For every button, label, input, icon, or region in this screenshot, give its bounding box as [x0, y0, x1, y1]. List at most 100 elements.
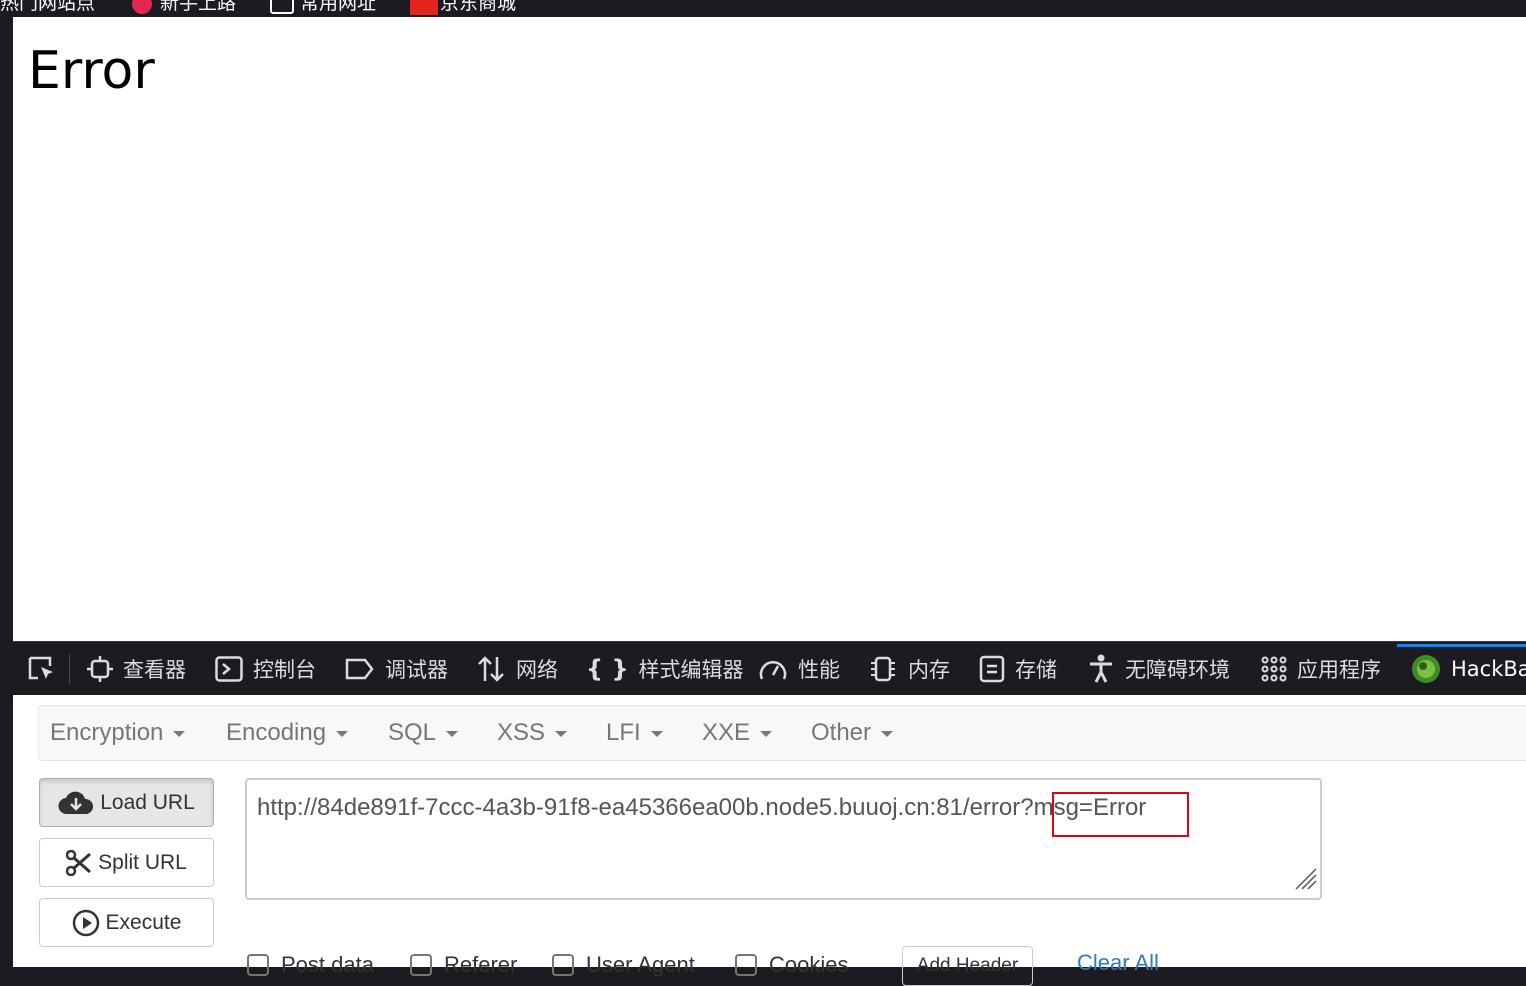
option-label: Referer [444, 952, 518, 977]
menu-sql[interactable]: SQL [388, 706, 459, 760]
button-label: Split URL [98, 850, 187, 874]
checkbox[interactable] [247, 954, 269, 976]
bookmark-label: 新手上路 [160, 0, 237, 14]
bookmark-label: 常用网址 [300, 0, 377, 14]
load-url-button[interactable]: Load URL [39, 778, 214, 827]
jd-icon [410, 0, 438, 15]
tab-style-editor[interactable]: { } 样式编辑器 [586, 642, 744, 696]
menu-label: SQL [388, 719, 437, 746]
tab-debugger[interactable]: 调试器 [345, 642, 448, 696]
checkbox[interactable] [552, 954, 574, 976]
bookmark-hot-sites[interactable]: 热门网站点 [0, 0, 95, 15]
caret-down-icon [881, 730, 894, 737]
menu-lfi[interactable]: LFI [606, 706, 663, 760]
caret-down-icon [760, 730, 773, 737]
scissors-icon [66, 849, 92, 876]
tab-performance[interactable]: 性能 [758, 642, 840, 696]
storage-icon [979, 655, 1005, 683]
bookmark-label: 热门网站点 [0, 0, 96, 14]
tab-label: 内存 [908, 658, 950, 682]
menu-label: LFI [606, 719, 641, 746]
menu-label: Encryption [50, 719, 164, 746]
cloud-download-icon [58, 790, 94, 816]
menu-xss[interactable]: XSS [497, 706, 568, 760]
tab-label: 控制台 [253, 658, 316, 682]
checkbox[interactable] [410, 954, 432, 976]
tab-label: 性能 [798, 658, 840, 682]
inspector-icon [87, 656, 113, 682]
menu-label: Other [811, 719, 872, 746]
accessibility-icon [1087, 654, 1115, 684]
bookmark-common-sites[interactable]: 常用网址 [270, 0, 376, 15]
tab-label: 无障碍环境 [1125, 658, 1230, 682]
element-picker-icon [27, 655, 57, 683]
tab-label: HackBa [1451, 657, 1526, 681]
resize-handle-icon[interactable] [1292, 865, 1318, 896]
tab-label: 查看器 [123, 658, 186, 682]
option-cookies[interactable]: Cookies [735, 952, 848, 978]
bookmark-jd[interactable]: 京东商城 [410, 0, 516, 15]
execute-button[interactable]: Execute [39, 898, 214, 947]
debugger-icon [345, 657, 375, 681]
firefox-icon [130, 0, 154, 15]
console-icon [215, 656, 243, 682]
clear-all-link[interactable]: Clear All [1077, 950, 1159, 976]
tab-memory[interactable]: 内存 [868, 642, 950, 696]
caret-down-icon [446, 730, 459, 737]
menu-label: XXE [702, 719, 751, 746]
web-page: Error [13, 17, 1526, 641]
url-text: http://84de891f-7ccc-4a3b-91f8-ea45366ea… [257, 794, 1147, 821]
highlight-box [1052, 792, 1189, 837]
checkbox[interactable] [735, 954, 757, 976]
bookmark-getting-started[interactable]: 新手上路 [130, 0, 236, 15]
button-label: Execute [105, 910, 182, 934]
tab-console[interactable]: 控制台 [215, 642, 316, 696]
hackbar-panel: Encryption Encoding SQL XSS LFI XXE Othe… [13, 695, 1526, 967]
tab-label: 调试器 [385, 658, 448, 682]
play-circle-icon [72, 909, 100, 937]
menu-label: XSS [497, 719, 546, 746]
style-editor-icon: { } [586, 655, 629, 683]
caret-down-icon [650, 730, 663, 737]
tab-label: 样式编辑器 [638, 658, 744, 682]
hackbar-icon [1411, 654, 1441, 684]
button-label: Load URL [100, 790, 195, 814]
caret-down-icon [336, 730, 349, 737]
tab-storage[interactable]: 存储 [979, 642, 1057, 696]
menu-encryption[interactable]: Encryption [50, 706, 186, 760]
option-label: User Agent [586, 952, 695, 977]
page-heading: Error [28, 41, 155, 101]
option-post-data[interactable]: Post data [247, 952, 374, 978]
option-label: Post data [281, 952, 374, 977]
folder-icon [270, 0, 294, 15]
devtools-toolbar: 查看器 控制台 调试器 网络 { } 样式编辑器 性能 内存 存储 无障碍环境 … [13, 641, 1526, 696]
menu-other[interactable]: Other [811, 706, 894, 760]
caret-down-icon [555, 730, 568, 737]
tab-application[interactable]: 应用程序 [1261, 642, 1381, 696]
menu-encoding[interactable]: Encoding [226, 706, 349, 760]
network-icon [476, 655, 506, 683]
hackbar-menubar: Encryption Encoding SQL XSS LFI XXE Othe… [38, 705, 1526, 761]
split-url-button[interactable]: Split URL [39, 838, 214, 887]
option-user-agent[interactable]: User Agent [552, 952, 695, 978]
memory-icon [868, 655, 898, 683]
add-header-button[interactable]: Add Header [902, 946, 1033, 986]
bookmarks-bar: 热门网站点 新手上路 常用网址 京东商城 [0, 0, 1526, 17]
tab-hackbar[interactable]: HackBa [1397, 642, 1526, 696]
menu-xxe[interactable]: XXE [702, 706, 773, 760]
tab-inspector[interactable]: 查看器 [87, 642, 186, 696]
application-icon [1261, 656, 1287, 682]
option-referer[interactable]: Referer [410, 952, 517, 978]
toolbar-separator [69, 654, 70, 684]
tab-label: 网络 [516, 658, 558, 682]
tab-label: 存储 [1015, 658, 1057, 682]
element-picker-button[interactable] [27, 642, 67, 696]
caret-down-icon [173, 730, 186, 737]
tab-accessibility[interactable]: 无障碍环境 [1087, 642, 1230, 696]
performance-icon [758, 655, 788, 683]
menu-label: Encoding [226, 719, 327, 746]
tab-network[interactable]: 网络 [476, 642, 558, 696]
tab-label: 应用程序 [1297, 658, 1381, 682]
option-label: Cookies [769, 952, 849, 977]
bookmark-label: 京东商城 [440, 0, 517, 14]
